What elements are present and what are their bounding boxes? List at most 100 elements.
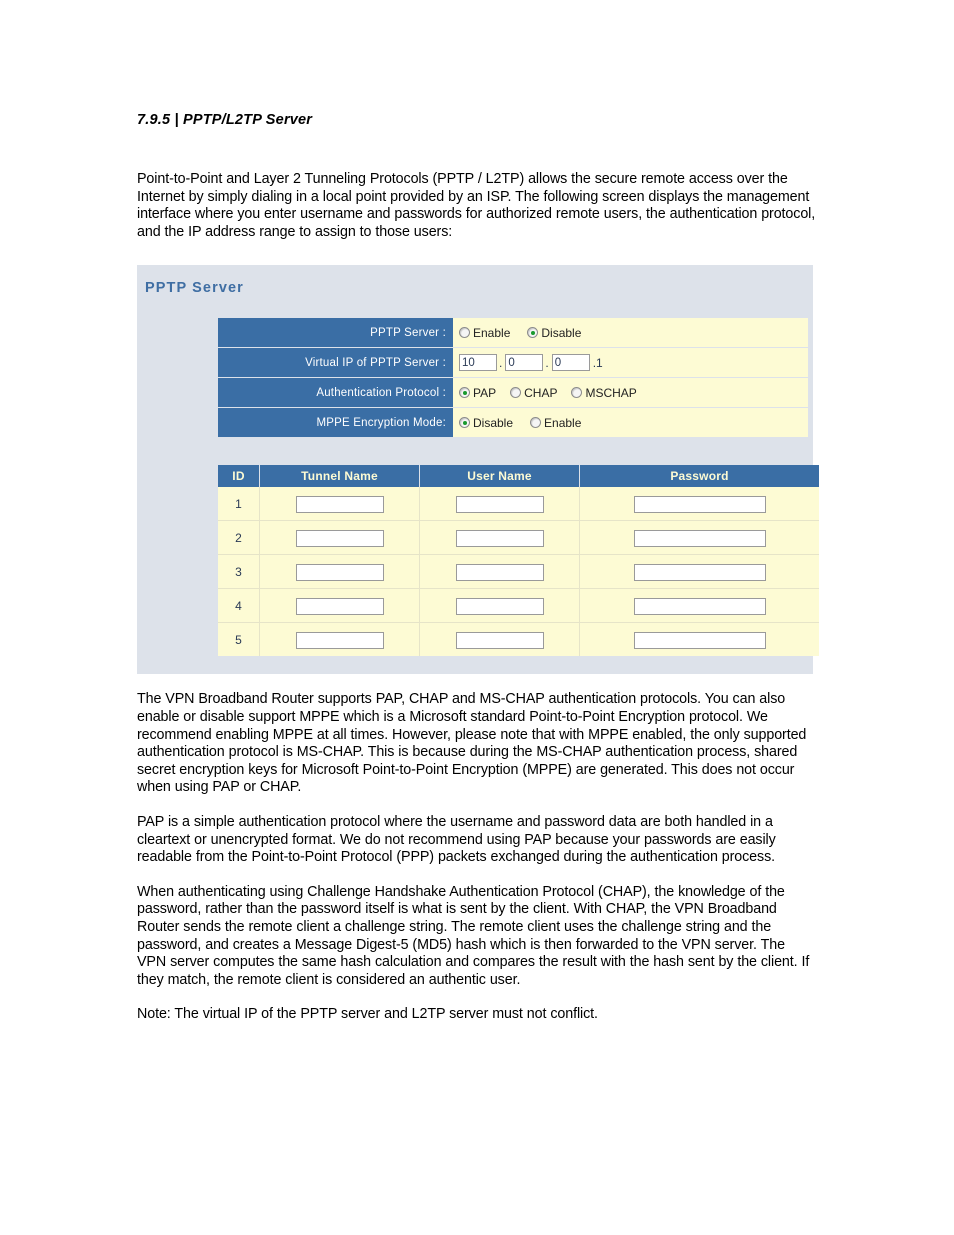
user-name-input[interactable] [455,564,544,582]
form-row-auth-protocol: Authentication Protocol : PAP CHAP MSCHA… [218,377,808,409]
row-password-cell [579,520,819,556]
row-tunnel-name-cell [259,554,420,590]
column-header-password: Password [579,465,819,488]
row-tunnel-name-cell [259,622,420,657]
value-auth-protocol: PAP CHAP MSCHAP [453,377,808,409]
paragraph-chap: When authenticating using Challenge Hand… [137,883,810,988]
password-input[interactable] [633,564,766,582]
tunnel-users-table: ID Tunnel Name User Name Password 1 2 3 … [218,465,819,657]
table-row: 3 [218,554,819,590]
row-user-name-cell [419,588,580,624]
radio-group-auth-protocol: PAP CHAP MSCHAP [459,386,808,400]
tunnel-name-input[interactable] [295,598,384,616]
row-user-name-cell [419,622,580,657]
radio-mppe-enable[interactable]: Enable [530,416,581,430]
row-user-name-cell [419,554,580,590]
row-user-name-cell [419,520,580,556]
value-mppe-mode: Disable Enable [453,407,808,438]
document-page: 7.9.5 | PPTP/L2TP Server Point-to-Point … [137,0,819,1024]
ip-separator: . [545,355,549,370]
radio-unchecked-icon [510,387,522,399]
password-input[interactable] [633,632,766,650]
table-row: 5 [218,622,819,657]
ip-separator: . [499,355,503,370]
radio-unchecked-icon [571,387,583,399]
panel-title: PPTP Server [145,280,244,297]
radio-auth-mschap[interactable]: MSCHAP [571,385,637,400]
column-header-id: ID [218,465,260,488]
table-header-row: ID Tunnel Name User Name Password [218,465,819,488]
ip-octet-2-input[interactable] [505,354,544,372]
label-auth-protocol: Authentication Protocol : [218,377,453,409]
tunnel-name-input[interactable] [295,632,384,650]
radio-label: Enable [473,325,511,340]
ip-octet-4-static: .1 [592,355,603,370]
table-row: 4 [218,588,819,624]
user-name-input[interactable] [455,496,544,514]
radio-checked-icon [459,387,470,399]
radio-checked-icon [459,417,470,429]
radio-pptp-enable[interactable]: Enable [459,326,510,340]
user-name-input[interactable] [455,598,544,616]
row-password-cell [579,554,819,590]
panel-body: PPTP Server : Enable Disable Virtual IP … [137,296,819,674]
table-row: 2 [218,520,819,556]
radio-unchecked-icon [459,327,470,339]
radio-auth-chap[interactable]: CHAP [510,386,557,400]
radio-unchecked-icon [530,417,542,429]
form-row-virtual-ip: Virtual IP of PPTP Server : . . .1 [218,347,808,379]
row-password-cell [579,588,819,624]
row-id: 4 [218,588,260,624]
value-pptp-server: Enable Disable [453,318,808,349]
paragraph-pap: PAP is a simple authentication protocol … [137,813,776,866]
radio-group-mppe-mode: Disable Enable [459,416,808,430]
ip-octet-3-input[interactable] [551,354,590,372]
radio-mppe-disable[interactable]: Disable [459,416,513,430]
password-input[interactable] [633,496,766,514]
row-password-cell [579,622,819,657]
radio-label: Enable [544,415,582,430]
paragraph-note: Note: The virtual IP of the PPTP server … [137,1006,598,1023]
radio-label: Disable [541,325,582,340]
table-row: 1 [218,487,819,522]
row-id: 2 [218,520,260,556]
tunnel-name-input[interactable] [295,496,384,514]
radio-label: PAP [473,385,497,400]
column-header-user-name: User Name [419,465,580,488]
intro-paragraph: Point-to-Point and Layer 2 Tunneling Pro… [137,171,816,240]
ip-octet-1-input[interactable] [459,354,497,372]
page-title: 7.9.5 | PPTP/L2TP Server [137,112,313,128]
tunnel-name-input[interactable] [295,530,384,548]
user-name-input[interactable] [455,530,544,548]
radio-auth-pap[interactable]: PAP [459,386,496,400]
row-id: 3 [218,554,260,590]
label-pptp-server: PPTP Server : [218,318,453,349]
form-row-pptp-server: PPTP Server : Enable Disable [218,318,808,349]
ip-address-input-group: . . .1 [459,354,808,372]
radio-label: Disable [473,415,514,430]
label-mppe-mode: MPPE Encryption Mode: [218,407,453,438]
pptp-settings-form: PPTP Server : Enable Disable Virtual IP … [218,318,808,438]
radio-checked-icon [527,327,539,339]
form-row-mppe-mode: MPPE Encryption Mode: Disable Enable [218,407,808,438]
row-tunnel-name-cell [259,487,420,522]
row-password-cell [579,487,819,522]
user-name-input[interactable] [455,632,544,650]
row-id: 1 [218,487,260,522]
password-input[interactable] [633,598,766,616]
radio-pptp-disable[interactable]: Disable [527,326,581,340]
radio-label: MSCHAP [585,385,637,400]
row-tunnel-name-cell [259,520,420,556]
paragraph-authentication-protocols: The VPN Broadband Router supports PAP, C… [137,691,807,796]
value-virtual-ip: . . .1 [453,347,808,379]
radio-label: CHAP [524,385,558,400]
tunnel-name-input[interactable] [295,564,384,582]
row-tunnel-name-cell [259,588,420,624]
label-virtual-ip: Virtual IP of PPTP Server : [218,347,453,379]
password-input[interactable] [633,530,766,548]
row-id: 5 [218,622,260,657]
pptp-server-panel: PPTP Server PPTP Server : Enable Disable… [137,265,819,675]
column-header-tunnel-name: Tunnel Name [259,465,420,488]
row-user-name-cell [419,487,580,522]
radio-group-pptp-server: Enable Disable [459,326,808,340]
